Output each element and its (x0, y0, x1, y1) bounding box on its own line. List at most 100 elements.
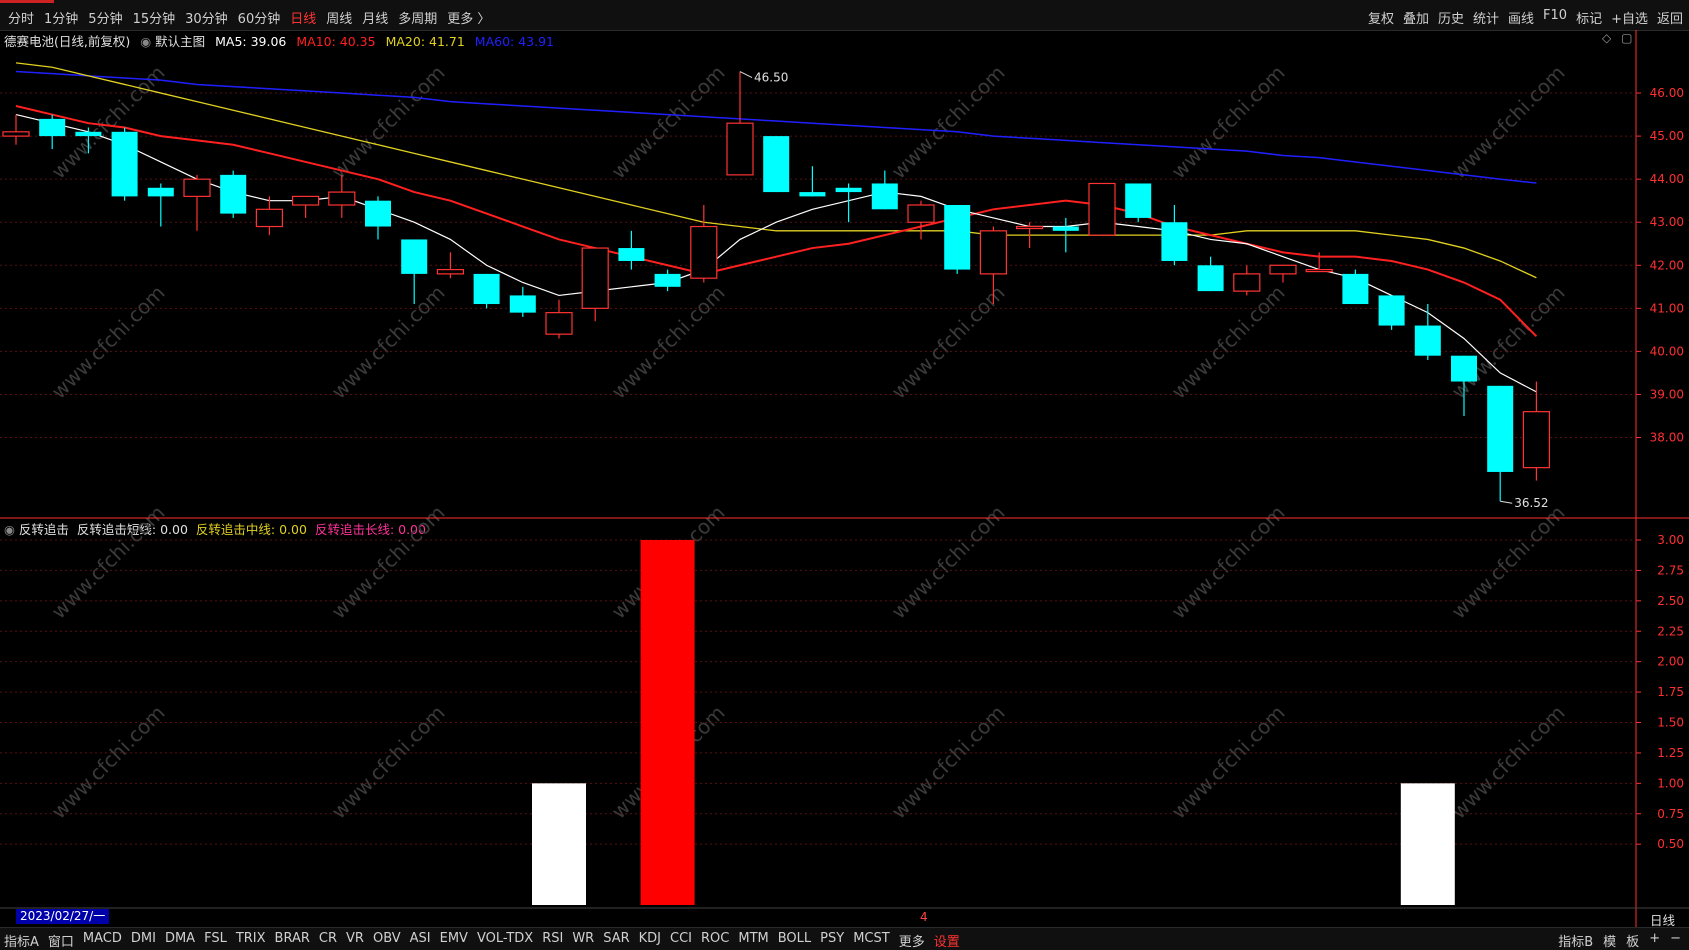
bbRight-item-4[interactable]: − (1670, 931, 1681, 950)
bbLeft-item-19[interactable]: ROC (701, 931, 729, 950)
indicator-tabs: 指标A 窗口 MACD DMI DMA FSL TRIX BRAR CR VR OBV ASI EMV V… (4, 931, 960, 950)
indicator-tick-label: 2.75 (1657, 563, 1684, 577)
bbLeft-item-15[interactable]: WR (572, 931, 594, 950)
candle-body-down (1052, 226, 1079, 231)
candle-body-down (111, 131, 138, 197)
watermark-text: www.cfchi.com (887, 281, 1010, 404)
candle-body-up (1522, 411, 1551, 469)
bbLeft-item-5[interactable]: FSL (204, 931, 227, 950)
tbLeft-item-9[interactable]: 多周期 (398, 8, 437, 27)
watermark-text: www.cfchi.com (887, 61, 1010, 184)
bbLeft-item-7[interactable]: BRAR (275, 931, 310, 950)
watermark-text: www.cfchi.com (327, 701, 450, 824)
tbRight-item-3[interactable]: 统计 (1473, 8, 1499, 27)
bbRight-item-2[interactable]: 板 (1626, 931, 1639, 950)
candle-body-up (1088, 182, 1116, 236)
bbLeft-item-4[interactable]: DMA (165, 931, 195, 950)
tbLeft-item-4[interactable]: 30分钟 (185, 8, 228, 27)
candle-body-down (473, 273, 500, 305)
watermark-text: www.cfchi.com (327, 281, 450, 404)
bbLeft-item-18[interactable]: CCI (670, 931, 692, 950)
bbRight-item-1[interactable]: 模 (1603, 931, 1616, 950)
price-tick-label: 44.00 (1650, 172, 1684, 186)
bbLeft-item-10[interactable]: OBV (373, 931, 401, 950)
tbRight-item-5[interactable]: F10 (1543, 8, 1567, 27)
price-tick-label: 38.00 (1650, 431, 1684, 445)
bbLeft-item-22[interactable]: PSY (820, 931, 844, 950)
bbLeft-item-14[interactable]: RSI (542, 931, 563, 950)
period-tabs: 分时 1分钟 5分钟 15分钟 30分钟 60分钟 日线 周线 月线 多周期 更多 〉 (8, 8, 490, 27)
bbRight-item-0[interactable]: 指标B (1558, 931, 1593, 950)
price-tick-label: 42.00 (1650, 258, 1684, 272)
candle-body-down (618, 248, 645, 261)
tbLeft-item-2[interactable]: 5分钟 (88, 8, 122, 27)
candle-body-down (509, 295, 536, 313)
tbRight-item-7[interactable]: +自选 (1611, 8, 1648, 27)
candle-body-down (39, 118, 66, 137)
active-window-marker (0, 0, 54, 3)
candle-body-up (2, 131, 30, 137)
tbRight-item-1[interactable]: 叠加 (1403, 8, 1429, 27)
bbLeft-item-16[interactable]: SAR (603, 931, 629, 950)
watermark-text: www.cfchi.com (47, 501, 170, 624)
cursor-date-label: 2023/02/27/一 (16, 909, 110, 924)
tbLeft-item-8[interactable]: 月线 (362, 8, 388, 27)
tbLeft-item-3[interactable]: 15分钟 (133, 8, 176, 27)
price-tick-label: 45.00 (1650, 129, 1684, 143)
watermark-text: www.cfchi.com (1167, 61, 1290, 184)
indicator-tick-label: 3.00 (1657, 533, 1684, 547)
watermark-text: www.cfchi.com (1447, 701, 1570, 824)
bbLeft-item-6[interactable]: TRIX (236, 931, 266, 950)
indicator-toolbar: 指标A 窗口 MACD DMI DMA FSL TRIX BRAR CR VR OBV ASI EMV V… (0, 927, 1689, 950)
tbLeft-item-0[interactable]: 分时 (8, 8, 34, 27)
candle-body-up (979, 230, 1008, 275)
bbLeft-item-23[interactable]: MCST (853, 931, 890, 950)
candle-body-down (835, 187, 862, 193)
candle-body-down (365, 200, 391, 227)
bbRight-item-3[interactable]: + (1649, 931, 1660, 950)
bbLeft-item-12[interactable]: EMV (440, 931, 468, 950)
candle-body-up (1015, 225, 1044, 230)
indicator-tick-label: 1.50 (1657, 716, 1684, 730)
bbLeft-item-17[interactable]: KDJ (639, 931, 661, 950)
tbRight-item-0[interactable]: 复权 (1368, 8, 1394, 27)
bbLeft-item-21[interactable]: BOLL (778, 931, 811, 950)
tbLeft-item-1[interactable]: 1分钟 (44, 8, 78, 27)
candle-body-down (1378, 295, 1405, 326)
bbLeft-item-24[interactable]: 更多 (899, 931, 925, 950)
bbLeft-item-9[interactable]: VR (346, 931, 364, 950)
bbLeft-item-3[interactable]: DMI (131, 931, 156, 950)
tbRight-item-4[interactable]: 画线 (1508, 8, 1534, 27)
watermark-layer: www.cfchi.com www.cfchi.com www.cfchi.com w… (47, 61, 1570, 824)
tool-menu: 复权 叠加 历史 统计 画线 F10 标记 +自选 返回 (1368, 8, 1683, 27)
candle-body-up (436, 268, 464, 275)
period-toolbar: 分时 1分钟 5分钟 15分钟 30分钟 60分钟 日线 周线 月线 多周期 更多 〉 复权 叠加 历史… (0, 0, 1689, 31)
chart-area[interactable]: www.cfchi.com www.cfchi.com www.cfchi.com w… (0, 30, 1689, 927)
tbLeft-item-10[interactable]: 更多 〉 (447, 8, 490, 27)
candle-body-up (1269, 264, 1297, 275)
candle-body-down (799, 192, 826, 197)
price-tick-label: 39.00 (1650, 387, 1684, 401)
bbLeft-item-20[interactable]: MTM (738, 931, 768, 950)
bbLeft-item-2[interactable]: MACD (83, 931, 122, 950)
indicator-tick-label: 2.50 (1657, 594, 1684, 608)
candle-body-down (871, 183, 898, 210)
candle-body-down (763, 136, 790, 193)
watermark-text: www.cfchi.com (887, 701, 1010, 824)
tbLeft-item-7[interactable]: 周线 (326, 8, 352, 27)
candle-body-up (183, 178, 211, 197)
bbLeft-item-11[interactable]: ASI (410, 931, 431, 950)
tbRight-item-2[interactable]: 历史 (1438, 8, 1464, 27)
bbLeft-item-0[interactable]: 指标A (4, 931, 39, 950)
tbRight-item-8[interactable]: 返回 (1657, 8, 1683, 27)
watermark-text: www.cfchi.com (607, 61, 730, 184)
bbLeft-item-25[interactable]: 设置 (934, 931, 960, 950)
bbLeft-item-8[interactable]: CR (319, 931, 337, 950)
tbLeft-item-6[interactable]: 日线 (290, 8, 316, 27)
tbRight-item-6[interactable]: 标记 (1576, 8, 1602, 27)
tbLeft-item-5[interactable]: 60分钟 (238, 8, 281, 27)
high-price-label: 46.50 (754, 71, 788, 85)
bbLeft-item-13[interactable]: VOL-TDX (477, 931, 533, 950)
bbLeft-item-1[interactable]: 窗口 (48, 931, 74, 950)
watermark-text: www.cfchi.com (327, 61, 450, 184)
